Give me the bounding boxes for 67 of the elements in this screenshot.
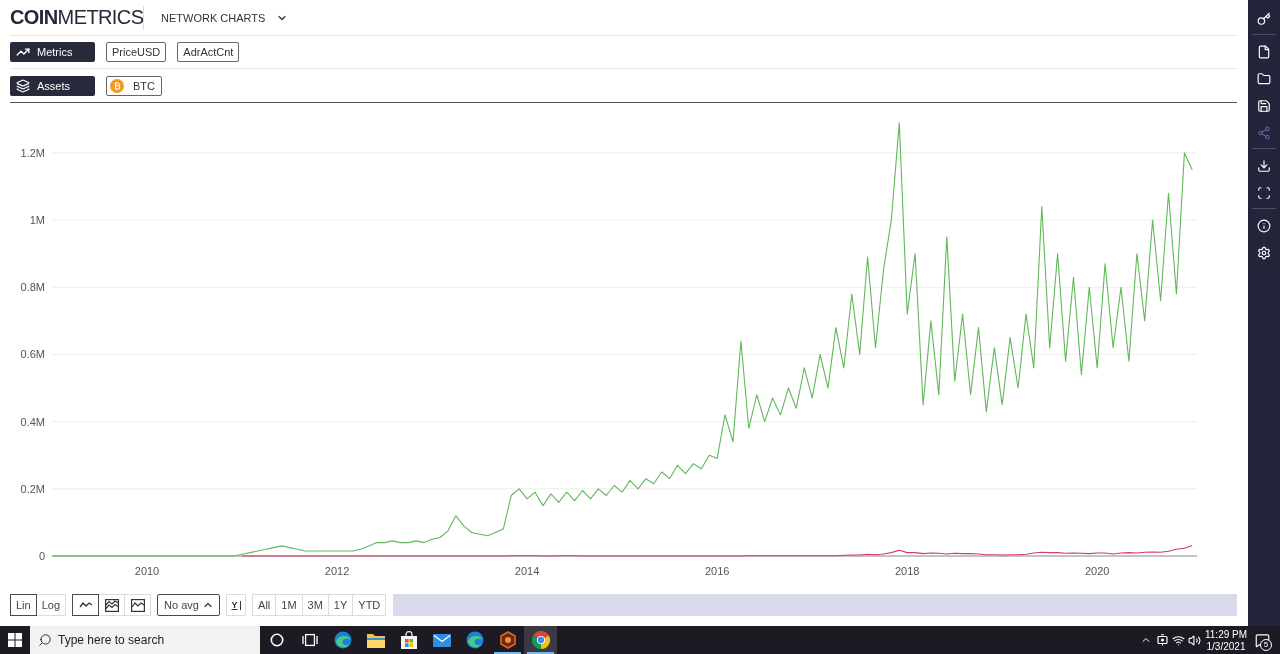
chart-type-button[interactable] [72,594,100,616]
trend-icon [16,45,30,59]
save-icon [1257,99,1271,113]
axis-label: 1M [29,214,45,227]
volume-icon [1187,633,1201,647]
clock-date: 1/3/2021 [1206,640,1246,652]
logo: COINMETRICS [10,6,143,29]
shopping-bag-icon [400,631,417,649]
range-button[interactable]: 1M [275,594,303,616]
clock[interactable]: 11:29 PM 1/3/2021 [1202,626,1250,654]
color-wheel-icon [531,631,550,649]
share-icon [1257,126,1271,140]
video-camera-icon [1157,634,1168,646]
envelope-icon [432,633,451,647]
stacked-area-icon [104,598,119,612]
key-icon [1257,12,1271,26]
axis-label: 0 [38,550,45,562]
metrics-button[interactable]: Metrics [10,42,95,62]
notification-button[interactable]: 5 [1250,626,1274,654]
area-chart-icon [130,598,145,612]
search-icon [38,633,52,647]
scale-toggle[interactable]: Log [35,594,67,616]
axis-label: 2020 [1085,565,1110,577]
start-icon [8,633,22,647]
average-select[interactable]: No avg [157,594,221,616]
axis-label: 0.8M [20,281,45,294]
clock-time: 11:29 PM [1204,628,1248,640]
axis-label: 2018 [894,565,920,577]
search-field[interactable]: Type here to search [30,626,260,654]
layers-icon [16,78,30,93]
y-axis-button[interactable]: Y [226,594,247,616]
assets-button[interactable]: Assets [10,75,95,96]
folder-icon [1257,72,1271,86]
notification-icon [1254,632,1270,648]
axis-label: 2016 [704,565,730,577]
metric-chip[interactable]: AdrActCnt [177,42,240,62]
range-button[interactable]: All [252,594,277,616]
circle-icon [269,633,284,647]
axis-label: 0.4M [20,415,45,428]
folder-icon [366,632,385,648]
range-button[interactable]: 3M [301,594,329,616]
axis-label: 2014 [514,565,540,577]
swirl-icon [333,631,352,649]
range-button[interactable]: 1Y [327,594,354,616]
axis-label: 0.2M [20,482,45,495]
range-button[interactable]: YTD [352,594,387,616]
hexagon-icon [498,631,517,649]
task-view-icon [301,633,318,647]
axis-label: 0.6M [20,348,45,361]
axis-label: 2010 [134,565,160,577]
asset-chip[interactable]: BTC [106,75,162,96]
info-icon [1257,219,1271,233]
wifi-icon [1172,633,1185,647]
axis-label: 1.2M [20,146,45,159]
swirl-icon [465,631,484,649]
notification-count: 5 [1260,639,1272,651]
nav-menu[interactable]: NETWORK CHARTS [161,11,289,24]
axis-label: 2012 [324,565,350,577]
metric-chip[interactable]: PriceUSD [106,42,167,62]
fullscreen-icon [1257,186,1271,200]
scale-toggle[interactable]: Lin [10,594,37,616]
coin-icon [110,78,124,93]
line-chart-icon [78,601,93,609]
settings-icon [1257,246,1271,260]
taskbar-app-button[interactable] [524,626,557,654]
file-icon [1257,45,1271,59]
download-icon [1257,159,1271,173]
